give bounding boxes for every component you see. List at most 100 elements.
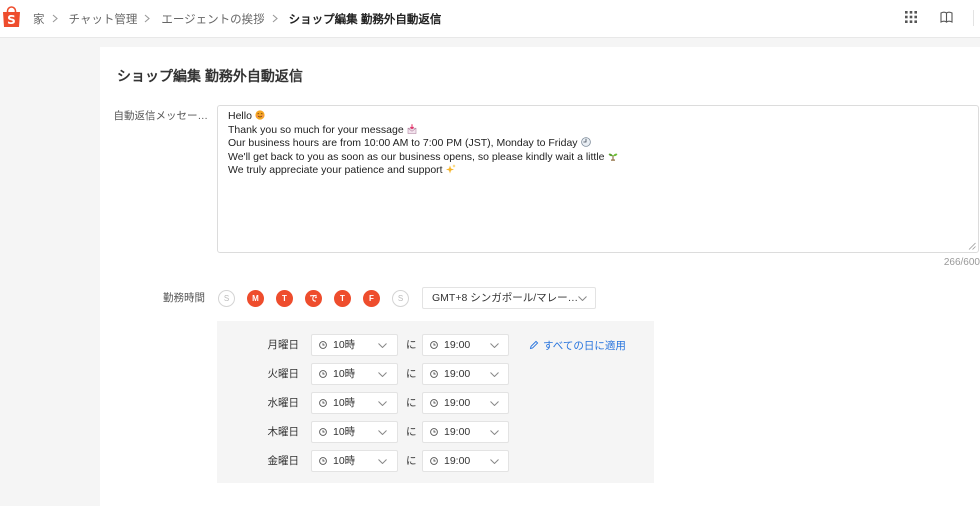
start-time-value: 10時 — [333, 455, 356, 467]
schedule-row-tuesday: 火曜日 10時 に 19:00 — [217, 363, 654, 385]
chevron-down-icon — [378, 343, 387, 348]
chevron-down-icon — [490, 459, 499, 464]
chevron-right-icon — [145, 14, 151, 23]
breadcrumb-home[interactable]: 家 — [33, 11, 45, 27]
message-line-text: Hello — [228, 110, 252, 122]
schedule-row-friday: 金曜日 10時 に 19:00 — [217, 450, 654, 472]
chevron-down-icon — [378, 401, 387, 406]
end-time-select[interactable]: 19:00 — [422, 392, 509, 414]
chevron-down-icon — [578, 296, 587, 301]
end-time-select[interactable]: 19:00 — [422, 450, 509, 472]
day-toggle-wednesday[interactable]: で — [305, 290, 322, 307]
start-time-value: 10時 — [333, 397, 356, 409]
end-time-value: 19:00 — [444, 368, 471, 380]
clock-icon — [319, 428, 327, 436]
apply-to-all-days-label: すべての日に適用 — [543, 339, 626, 352]
clock-icon — [430, 370, 438, 378]
breadcrumb: 家 チャット管理 エージェントの挨拶 ショップ編集 勤務外自動返信 — [33, 0, 441, 37]
day-toggle-sunday[interactable]: S — [218, 290, 235, 307]
character-counter: 266/600 — [943, 257, 980, 268]
seedling-emoji-icon — [608, 153, 617, 161]
start-time-select[interactable]: 10時 — [311, 450, 398, 472]
message-line-text: Our business hours are from 10:00 AM to … — [228, 137, 578, 149]
chevron-down-icon — [378, 430, 387, 435]
message-line: Thank you so much for your message — [228, 124, 968, 138]
topbar-divider — [973, 10, 974, 26]
book-icon[interactable] — [940, 11, 953, 23]
clock-nine-emoji-icon — [580, 137, 591, 147]
start-time-select[interactable]: 10時 — [311, 334, 398, 356]
auto-reply-message-textarea[interactable]: Hello Thank you so much for your message… — [217, 105, 979, 253]
to-label: に — [406, 339, 417, 351]
to-label: に — [406, 397, 417, 409]
to-label: に — [406, 455, 417, 467]
chevron-down-icon — [490, 401, 499, 406]
end-time-select[interactable]: 19:00 — [422, 363, 509, 385]
clock-icon — [430, 457, 438, 465]
chevron-down-icon — [490, 430, 499, 435]
end-time-select[interactable]: 19:00 — [422, 334, 509, 356]
clock-icon — [319, 457, 327, 465]
smiling-face-emoji-icon — [255, 110, 265, 120]
start-time-select[interactable]: 10時 — [311, 363, 398, 385]
clock-icon — [430, 341, 438, 349]
to-label: に — [406, 368, 417, 380]
page-title: ショップ編集 勤務外自動返信 — [117, 68, 303, 84]
clock-icon — [319, 370, 327, 378]
message-line-text: Thank you so much for your message — [228, 123, 404, 136]
message-line-text: We truly appreciate your patience and su… — [228, 164, 443, 176]
sparkles-emoji-icon — [445, 164, 456, 174]
logo-letter: S — [7, 13, 16, 27]
message-line: Our business hours are from 10:00 AM to … — [228, 137, 968, 151]
message-line: We truly appreciate your patience and su… — [228, 164, 968, 178]
clock-icon — [319, 341, 327, 349]
schedule-row-monday: 月曜日 10時 に 19:00 すべての日に適用 — [217, 334, 654, 356]
message-line-text: We'll get back to you as soon as our bus… — [228, 150, 605, 163]
chevron-right-icon — [52, 14, 58, 23]
shopee-bag-icon[interactable]: S — [2, 5, 21, 28]
day-toggle-thursday[interactable]: T — [334, 290, 351, 307]
day-toggle-monday[interactable]: M — [247, 290, 264, 307]
day-label: 月曜日 — [267, 339, 300, 351]
start-time-select[interactable]: 10時 — [311, 421, 398, 443]
schedule-panel: 月曜日 10時 に 19:00 すべての日に適用 火曜日 10時 に 19:00… — [217, 321, 654, 483]
apply-to-all-days-link[interactable]: すべての日に適用 — [529, 334, 626, 356]
schedule-row-wednesday: 水曜日 10時 に 19:00 — [217, 392, 654, 414]
clock-icon — [430, 428, 438, 436]
breadcrumb-current: ショップ編集 勤務外自動返信 — [288, 13, 442, 26]
end-time-value: 19:00 — [444, 339, 471, 351]
top-bar: S 家 チャット管理 エージェントの挨拶 ショップ編集 勤務外自動返信 — [0, 0, 980, 38]
message-line: Hello — [228, 110, 968, 124]
textarea-resize-handle[interactable] — [968, 242, 976, 250]
day-label: 木曜日 — [267, 426, 300, 438]
apps-grid-icon[interactable] — [905, 11, 917, 23]
pencil-icon — [529, 340, 539, 350]
day-label: 火曜日 — [267, 368, 300, 380]
day-toggle-saturday[interactable]: S — [392, 290, 409, 307]
day-label: 水曜日 — [267, 397, 300, 409]
main-card: ショップ編集 勤務外自動返信 自動返信メッセー… Hello Thank you… — [100, 47, 980, 506]
to-label: に — [406, 426, 417, 438]
chevron-right-icon — [272, 14, 278, 23]
end-time-select[interactable]: 19:00 — [422, 421, 509, 443]
auto-reply-message-label: 自動返信メッセー… — [113, 110, 209, 122]
end-time-value: 19:00 — [444, 426, 471, 438]
start-time-value: 10時 — [333, 368, 356, 380]
work-hours-label: 勤務時間 — [163, 292, 205, 304]
start-time-value: 10時 — [333, 426, 356, 438]
clock-icon — [319, 399, 327, 407]
weekday-selector: S M T で T F S — [218, 290, 409, 307]
clock-icon — [430, 399, 438, 407]
end-time-value: 19:00 — [444, 455, 471, 467]
chevron-down-icon — [378, 372, 387, 377]
breadcrumb-chat-management[interactable]: チャット管理 — [69, 11, 138, 27]
chevron-down-icon — [490, 372, 499, 377]
day-toggle-friday[interactable]: F — [363, 290, 380, 307]
timezone-select[interactable]: GMT+8 シンガポール/マレー… — [422, 287, 596, 309]
day-toggle-tuesday[interactable]: T — [276, 290, 293, 307]
timezone-value: GMT+8 シンガポール/マレー… — [432, 292, 579, 304]
chevron-down-icon — [378, 459, 387, 464]
end-time-value: 19:00 — [444, 397, 471, 409]
start-time-select[interactable]: 10時 — [311, 392, 398, 414]
breadcrumb-agent-greeting[interactable]: エージェントの挨拶 — [161, 11, 264, 27]
